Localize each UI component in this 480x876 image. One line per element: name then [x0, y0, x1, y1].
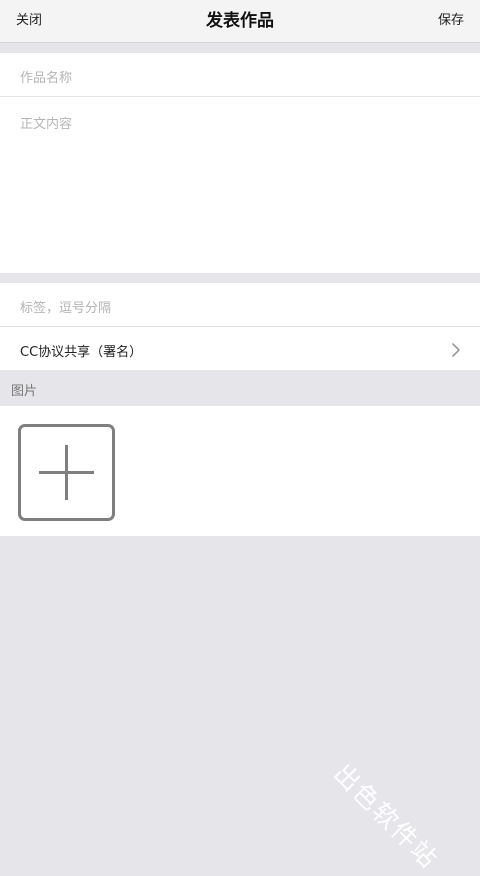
title-input-placeholder: 作品名称	[20, 71, 73, 86]
nav-bar: 关闭 发表作品 保存	[0, 0, 480, 43]
title-input[interactable]: 作品名称	[0, 53, 480, 97]
watermark: 出色软件站	[327, 758, 444, 875]
page-title: 发表作品	[206, 11, 274, 31]
tags-input[interactable]: 标签，逗号分隔	[0, 283, 480, 327]
body-textarea-placeholder: 正文内容	[20, 117, 73, 132]
license-label: CC协议共享（署名）	[20, 345, 143, 360]
images-section-header: 图片	[11, 384, 38, 399]
editor-card: 作品名称 正文内容	[0, 53, 480, 273]
add-image-button[interactable]	[18, 424, 115, 521]
meta-card: 标签，逗号分隔 CC协议共享（署名）	[0, 283, 480, 370]
plus-icon	[39, 445, 94, 500]
images-card	[0, 406, 480, 536]
license-selector[interactable]: CC协议共享（署名）	[0, 327, 480, 370]
tags-input-placeholder: 标签，逗号分隔	[20, 301, 112, 316]
body-textarea[interactable]: 正文内容	[0, 97, 480, 273]
chevron-right-icon	[452, 343, 460, 357]
save-button[interactable]: 保存	[438, 0, 464, 42]
